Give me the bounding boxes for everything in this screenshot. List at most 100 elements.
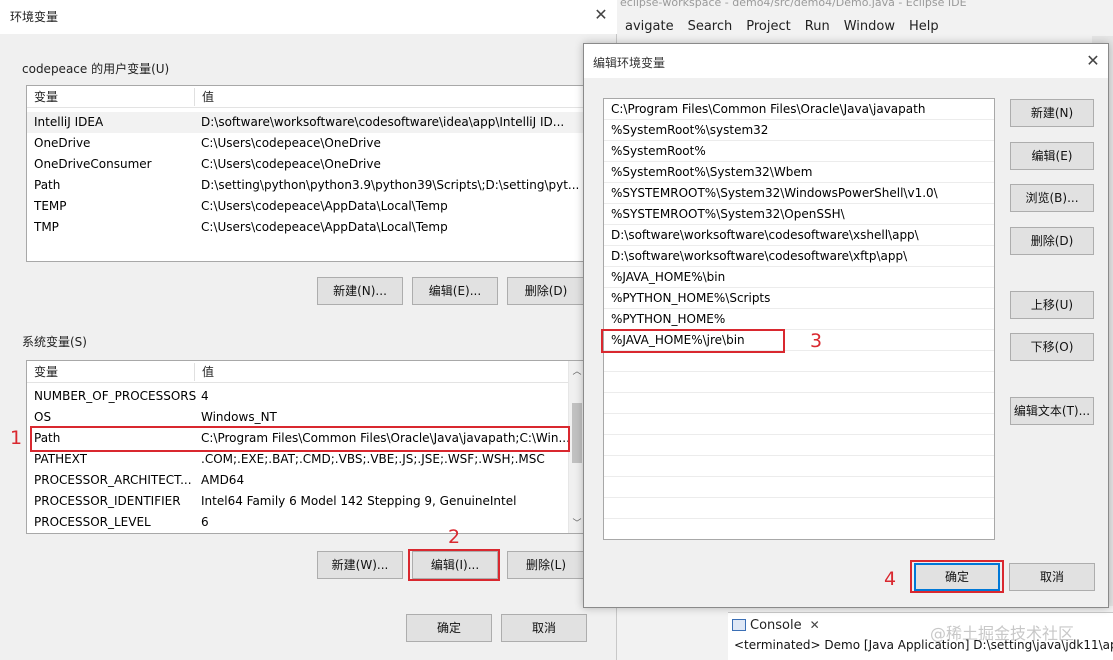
console-tab[interactable]: Console ✕ xyxy=(732,614,820,636)
var-value: D:\setting\python\python3.9\python39\Scr… xyxy=(201,178,580,192)
list-header: 变量 值 xyxy=(27,361,584,383)
list-item[interactable]: %SystemRoot%\system32 xyxy=(604,120,994,141)
edit-text-button[interactable]: 编辑文本(T)... xyxy=(1010,397,1094,425)
menu-window[interactable]: Window xyxy=(837,16,902,38)
menu-help[interactable]: Help xyxy=(902,16,946,38)
var-value: 6 xyxy=(201,515,209,529)
watermark: @稀土掘金技术社区 xyxy=(930,624,1075,643)
env-variables-dialog: 环境变量 ✕ codepeace 的用户变量(U) 变量 值 IntelliJ … xyxy=(0,0,617,660)
scroll-thumb[interactable] xyxy=(572,403,582,463)
path-entries-list[interactable]: C:\Program Files\Common Files\Oracle\Jav… xyxy=(603,98,995,540)
var-name: IntelliJ IDEA xyxy=(34,115,104,129)
edit-entry-button[interactable]: 编辑(E) xyxy=(1010,142,1094,170)
vertical-scrollbar[interactable]: ︿ ﹀ xyxy=(568,361,584,533)
var-name: OneDriveConsumer xyxy=(34,157,152,171)
var-value: AMD64 xyxy=(201,473,245,487)
list-item[interactable]: %PYTHON_HOME% xyxy=(604,309,994,330)
var-value: Windows_NT xyxy=(201,410,277,424)
annotation-2: 2 xyxy=(448,526,461,548)
list-item[interactable]: %SYSTEMROOT%\System32\WindowsPowerShell\… xyxy=(604,183,994,204)
table-row[interactable]: IntelliJ IDEA D:\software\worksoftware\c… xyxy=(27,112,584,133)
eclipse-title: eclipse-workspace - demo4/src/demo4/Demo… xyxy=(620,0,967,9)
table-row[interactable]: Path D:\setting\python\python3.9\python3… xyxy=(27,175,584,196)
var-name: OneDrive xyxy=(34,136,91,150)
var-name: PROCESSOR_LEVEL xyxy=(34,515,151,529)
column-header-name[interactable]: 变量 xyxy=(28,86,58,108)
table-row[interactable]: PROCESSOR_LEVEL 6 xyxy=(27,512,584,533)
highlight-edit-button xyxy=(408,549,500,581)
annotation-1: 1 xyxy=(10,427,23,449)
menu-run[interactable]: Run xyxy=(798,16,837,38)
menu-project[interactable]: Project xyxy=(739,16,797,38)
table-row[interactable]: TEMP C:\Users\codepeace\AppData\Local\Te… xyxy=(27,196,584,217)
env-dialog-title: 环境变量 xyxy=(10,10,59,24)
close-icon[interactable]: ✕ xyxy=(590,4,612,26)
new-entry-button[interactable]: 新建(N) xyxy=(1010,99,1094,127)
var-name: PROCESSOR_IDENTIFIER xyxy=(34,494,181,508)
system-vars-label: 系统变量(S) xyxy=(22,335,87,349)
var-value: C:\Users\codepeace\OneDrive xyxy=(201,157,381,171)
table-row[interactable]: PROCESSOR_ARCHITECT... AMD64 xyxy=(27,470,584,491)
highlight-path-row xyxy=(30,426,570,452)
console-tab-label: Console xyxy=(750,617,802,633)
var-value: D:\software\worksoftware\codesoftware\id… xyxy=(201,115,565,129)
annotation-3: 3 xyxy=(810,330,823,352)
menu-search[interactable]: Search xyxy=(681,16,740,38)
user-delete-button[interactable]: 删除(D) xyxy=(507,277,585,305)
edit-dialog-titlebar: 编辑环境变量 ✕ xyxy=(584,44,1108,78)
delete-entry-button[interactable]: 删除(D) xyxy=(1010,227,1094,255)
var-value: Intel64 Family 6 Model 142 Stepping 9, G… xyxy=(201,494,517,508)
var-name: PATHEXT xyxy=(34,452,88,466)
list-item[interactable]: %JAVA_HOME%\bin xyxy=(604,267,994,288)
system-new-button[interactable]: 新建(W)... xyxy=(317,551,403,579)
table-row[interactable]: OneDrive C:\Users\codepeace\OneDrive xyxy=(27,133,584,154)
list-item[interactable]: %PYTHON_HOME%\Scripts xyxy=(604,288,994,309)
table-row[interactable]: PATHEXT .COM;.EXE;.BAT;.CMD;.VBS;.VBE;.J… xyxy=(27,449,584,470)
highlight-new-entry xyxy=(601,329,785,353)
move-down-button[interactable]: 下移(O) xyxy=(1010,333,1094,361)
column-header-value[interactable]: 值 xyxy=(196,361,214,383)
column-header-name[interactable]: 变量 xyxy=(28,361,58,383)
user-edit-button[interactable]: 编辑(E)... xyxy=(412,277,498,305)
list-header: 变量 值 xyxy=(27,86,584,108)
close-icon[interactable]: ✕ xyxy=(1082,50,1104,72)
ok-button[interactable]: 确定 xyxy=(406,614,492,642)
table-row[interactable]: PROCESSOR_IDENTIFIER Intel64 Family 6 Mo… xyxy=(27,491,584,512)
var-value: 4 xyxy=(201,389,209,403)
list-item[interactable]: C:\Program Files\Common Files\Oracle\Jav… xyxy=(604,99,994,120)
cancel-button[interactable]: 取消 xyxy=(501,614,587,642)
menu-navigate[interactable]: avigate xyxy=(618,16,681,38)
highlight-ok-button xyxy=(910,560,1004,593)
var-name: TMP xyxy=(34,220,59,234)
system-delete-button[interactable]: 删除(L) xyxy=(507,551,585,579)
annotation-4: 4 xyxy=(884,568,897,590)
list-item[interactable]: %SYSTEMROOT%\System32\OpenSSH\ xyxy=(604,204,994,225)
var-value: C:\Users\codepeace\AppData\Local\Temp xyxy=(201,199,448,213)
column-header-value[interactable]: 值 xyxy=(196,86,214,108)
edit-env-variable-dialog: 编辑环境变量 ✕ C:\Program Files\Common Files\O… xyxy=(583,43,1109,608)
list-item[interactable]: %SystemRoot% xyxy=(604,141,994,162)
var-name: NUMBER_OF_PROCESSORS xyxy=(34,389,197,403)
var-value: C:\Users\codepeace\OneDrive xyxy=(201,136,381,150)
env-dialog-titlebar: 环境变量 ✕ xyxy=(0,0,617,34)
user-vars-list[interactable]: 变量 值 IntelliJ IDEA D:\software\worksoftw… xyxy=(26,85,585,262)
table-row[interactable]: TMP C:\Users\codepeace\AppData\Local\Tem… xyxy=(27,217,584,238)
close-icon[interactable]: ✕ xyxy=(810,618,820,632)
var-value: C:\Users\codepeace\AppData\Local\Temp xyxy=(201,220,448,234)
var-name: Path xyxy=(34,178,61,192)
table-row[interactable]: OS Windows_NT xyxy=(27,407,584,428)
browse-button[interactable]: 浏览(B)... xyxy=(1010,184,1094,212)
list-item[interactable]: %SystemRoot%\System32\Wbem xyxy=(604,162,994,183)
move-up-button[interactable]: 上移(U) xyxy=(1010,291,1094,319)
list-item[interactable]: D:\software\worksoftware\codesoftware\xs… xyxy=(604,225,994,246)
user-vars-label: codepeace 的用户变量(U) xyxy=(22,62,170,76)
list-item[interactable]: D:\software\worksoftware\codesoftware\xf… xyxy=(604,246,994,267)
user-new-button[interactable]: 新建(N)... xyxy=(317,277,403,305)
var-name: PROCESSOR_ARCHITECT... xyxy=(34,473,192,487)
var-name: TEMP xyxy=(34,199,67,213)
table-row[interactable]: OneDriveConsumer C:\Users\codepeace\OneD… xyxy=(27,154,584,175)
edit-cancel-button[interactable]: 取消 xyxy=(1009,563,1095,591)
edit-dialog-title: 编辑环境变量 xyxy=(593,56,666,70)
table-row[interactable]: NUMBER_OF_PROCESSORS 4 xyxy=(27,386,584,407)
var-value: .COM;.EXE;.BAT;.CMD;.VBS;.VBE;.JS;.JSE;.… xyxy=(201,452,545,466)
